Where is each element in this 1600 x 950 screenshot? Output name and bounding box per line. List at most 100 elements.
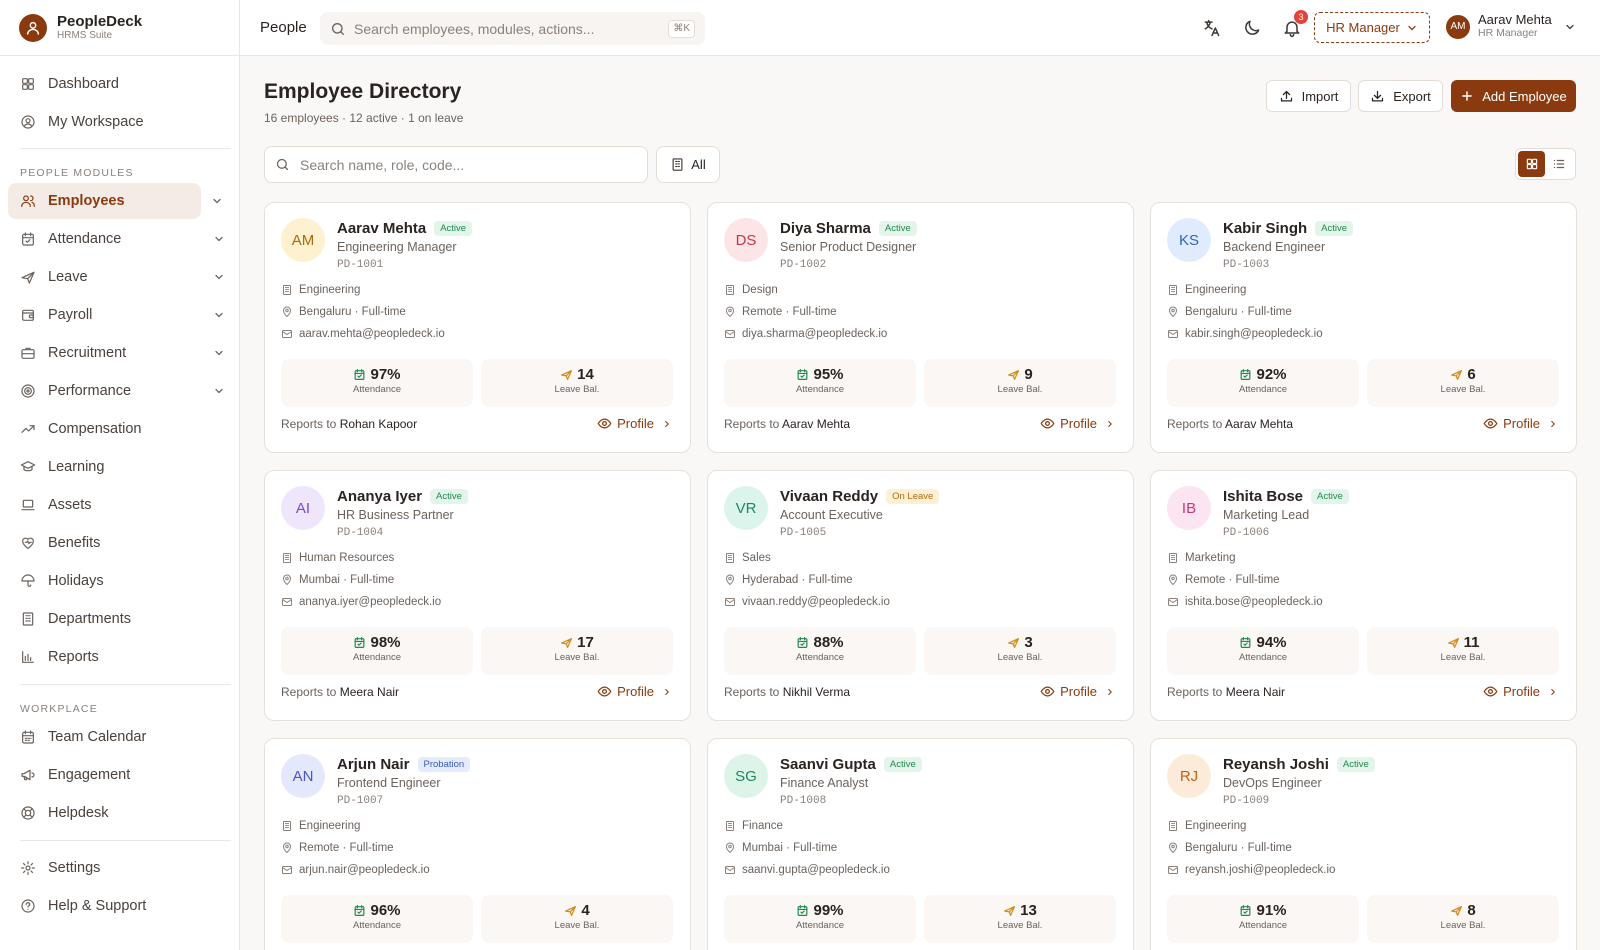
sidebar-item-my-workspace[interactable]: My Workspace (8, 104, 231, 140)
global-search-input[interactable] (354, 20, 654, 37)
sidebar-item-reports[interactable]: Reports (8, 639, 231, 675)
sidebar-item-settings[interactable]: Settings (8, 850, 231, 886)
sidebar-item-recruitment[interactable]: Recruitment (8, 335, 231, 371)
sidebar-item-help-support[interactable]: Help & Support (8, 888, 231, 924)
employee-card[interactable]: IB Ishita Bose Active Marketing Lead PD-… (1150, 470, 1577, 721)
employee-email[interactable]: vivaan.reddy@peopledeck.io (742, 596, 890, 608)
building-icon (1169, 285, 1177, 295)
chevron-down-icon[interactable] (211, 195, 223, 207)
sidebar-item-learning[interactable]: Learning (8, 449, 231, 485)
employee-name[interactable]: Vivaan Reddy (780, 488, 878, 505)
employee-email[interactable]: ishita.bose@peopledeck.io (1185, 596, 1323, 608)
export-button[interactable]: Export (1358, 80, 1443, 112)
employee-name[interactable]: Saanvi Gupta (780, 756, 876, 773)
employee-email[interactable]: diya.sharma@peopledeck.io (742, 328, 887, 340)
leave-balance-label: Leave Bal. (997, 384, 1043, 395)
sidebar-item-compensation[interactable]: Compensation (8, 411, 231, 447)
employee-email[interactable]: aarav.mehta@peopledeck.io (299, 328, 445, 340)
role-switcher[interactable]: HR Manager (1314, 12, 1430, 43)
chevron-down-icon[interactable] (213, 385, 225, 397)
chevron-down-icon[interactable] (213, 347, 225, 359)
employee-name[interactable]: Aarav Mehta (337, 220, 426, 237)
employee-name[interactable]: Reyansh Joshi (1223, 756, 1329, 773)
sidebar-item-label: Departments (48, 611, 132, 627)
user-circle-icon (21, 115, 35, 129)
translate-icon[interactable] (1202, 18, 1222, 38)
employee-name[interactable]: Kabir Singh (1223, 220, 1307, 237)
sidebar-item-label: Performance (48, 383, 132, 399)
chevron-down-icon[interactable] (213, 309, 225, 321)
employee-search-input[interactable] (300, 156, 630, 173)
chevron-down-icon[interactable] (213, 271, 225, 283)
employee-email[interactable]: ananya.iyer@peopledeck.io (299, 596, 441, 608)
employee-card[interactable]: AN Arjun Nair Probation Frontend Enginee… (264, 738, 691, 950)
leave-balance-value: 3 (1024, 634, 1033, 651)
profile-link[interactable]: Profile (597, 684, 672, 699)
employee-card[interactable]: AI Ananya Iyer Active HR Business Partne… (264, 470, 691, 721)
role-label: HR Manager (1326, 20, 1400, 35)
employee-card[interactable]: KS Kabir Singh Active Backend Engineer P… (1150, 202, 1577, 453)
employee-location: Remote · Full-time (299, 842, 394, 854)
employee-name[interactable]: Ananya Iyer (337, 488, 422, 505)
employee-card[interactable]: VR Vivaan Reddy On Leave Account Executi… (707, 470, 1134, 721)
reports-to: Reports to Aarav Mehta (724, 417, 850, 431)
manager-name[interactable]: Rohan Kapoor (340, 417, 417, 431)
profile-link[interactable]: Profile (1483, 684, 1558, 699)
employee-card[interactable]: DS Diya Sharma Active Senior Product Des… (707, 202, 1134, 453)
sidebar-item-helpdesk[interactable]: Helpdesk (8, 795, 231, 831)
import-button[interactable]: Import (1266, 80, 1351, 112)
department-filter[interactable]: All (656, 146, 720, 183)
employee-email[interactable]: saanvi.gupta@peopledeck.io (742, 864, 890, 876)
employee-name[interactable]: Ishita Bose (1223, 488, 1303, 505)
user-menu[interactable]: AM Aarav Mehta HR Manager (1446, 13, 1576, 40)
sidebar-item-benefits[interactable]: Benefits (8, 525, 231, 561)
profile-link[interactable]: Profile (597, 416, 672, 431)
moon-icon[interactable] (1242, 18, 1262, 38)
sidebar-item-holidays[interactable]: Holidays (8, 563, 231, 599)
sidebar-item-dashboard[interactable]: Dashboard (8, 66, 231, 102)
sidebar-item-employees[interactable]: Employees (8, 183, 221, 219)
employee-code: PD-1003 (1223, 259, 1270, 271)
grid-view-button[interactable] (1518, 151, 1545, 177)
add-employee-button[interactable]: Add Employee (1451, 80, 1576, 112)
help-icon (21, 899, 35, 913)
employee-email[interactable]: reyansh.joshi@peopledeck.io (1185, 864, 1335, 876)
employee-email[interactable]: kabir.singh@peopledeck.io (1185, 328, 1323, 340)
location-pin-icon (725, 574, 735, 586)
list-view-button[interactable] (1545, 151, 1572, 177)
employee-search[interactable] (264, 146, 648, 183)
employee-card[interactable]: AM Aarav Mehta Active Engineering Manage… (264, 202, 691, 453)
manager-name[interactable]: Meera Nair (340, 685, 399, 699)
profile-link[interactable]: Profile (1040, 684, 1115, 699)
employee-email[interactable]: arjun.nair@peopledeck.io (299, 864, 430, 876)
sidebar-item-performance[interactable]: Performance (8, 373, 231, 409)
manager-name[interactable]: Aarav Mehta (1225, 417, 1293, 431)
sidebar-item-departments[interactable]: Departments (8, 601, 231, 637)
brand-subtitle: HRMS Suite (57, 30, 113, 41)
manager-name[interactable]: Meera Nair (1226, 685, 1285, 699)
sidebar-item-label: Reports (48, 649, 99, 665)
brand[interactable]: PeopleDeck HRMS Suite (0, 0, 239, 56)
employee-name[interactable]: Arjun Nair (337, 756, 410, 773)
profile-link[interactable]: Profile (1040, 416, 1115, 431)
manager-name[interactable]: Nikhil Verma (783, 685, 850, 699)
sidebar-item-label: Holidays (48, 573, 104, 589)
sidebar-item-payroll[interactable]: Payroll (8, 297, 231, 333)
sidebar-item-assets[interactable]: Assets (8, 487, 231, 523)
employee-card[interactable]: RJ Reyansh Joshi Active DevOps Engineer … (1150, 738, 1577, 950)
status-badge: On Leave (886, 489, 940, 504)
sidebar-item-team-calendar[interactable]: Team Calendar (8, 719, 231, 755)
sidebar-item-attendance[interactable]: Attendance (8, 221, 231, 257)
sidebar-item-leave[interactable]: Leave (8, 259, 231, 295)
sidebar-item-label: Settings (48, 860, 101, 876)
employee-name[interactable]: Diya Sharma (780, 220, 871, 237)
section-label-people-modules: PEOPLE MODULES (20, 167, 134, 179)
building-icon (283, 285, 291, 295)
calendar-check-icon (355, 369, 365, 380)
manager-name[interactable]: Aarav Mehta (782, 417, 850, 431)
profile-link[interactable]: Profile (1483, 416, 1558, 431)
sidebar-item-engagement[interactable]: Engagement (8, 757, 231, 793)
employee-card[interactable]: SG Saanvi Gupta Active Finance Analyst P… (707, 738, 1134, 950)
global-search[interactable]: ⌘K (320, 12, 705, 45)
chevron-down-icon[interactable] (213, 233, 225, 245)
